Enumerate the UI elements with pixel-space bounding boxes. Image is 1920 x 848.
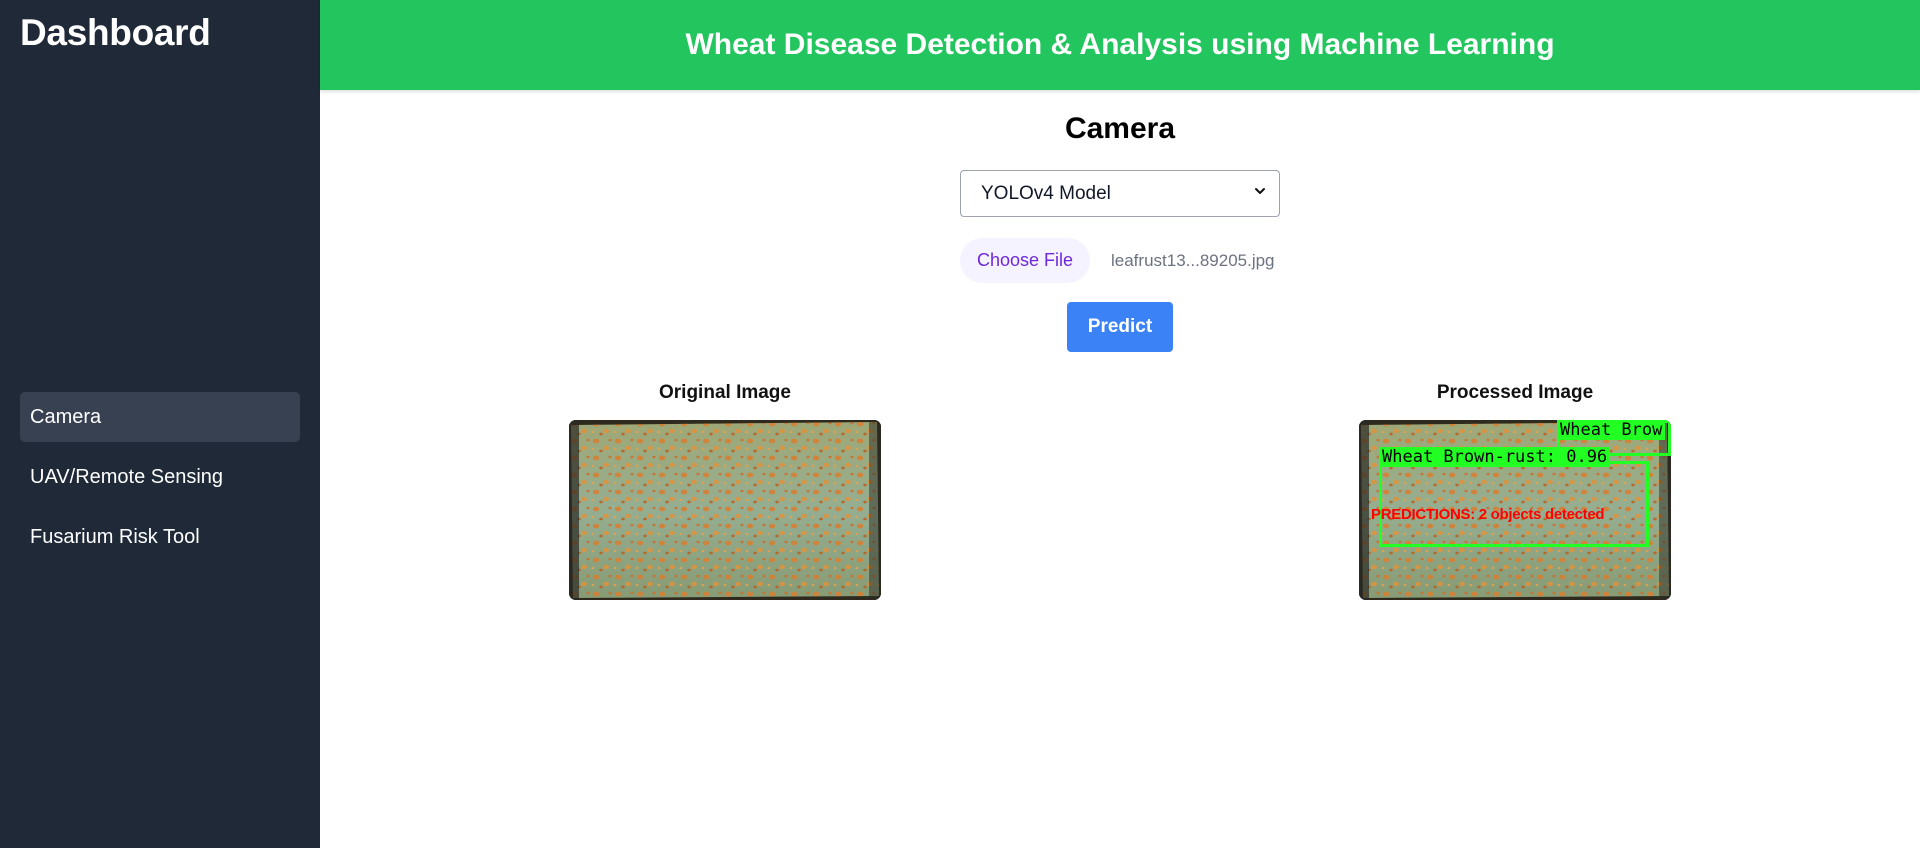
choose-file-button[interactable]: Choose File: [960, 238, 1090, 283]
sidebar-nav: Camera UAV/Remote Sensing Fusarium Risk …: [20, 392, 300, 572]
page-title: Camera: [1064, 112, 1176, 145]
processed-image: Wheat Brow Wheat Brown-rust: 0.96 PREDIC…: [1359, 420, 1671, 600]
sidebar-item-uav-remote-sensing[interactable]: UAV/Remote Sensing: [20, 452, 300, 502]
original-image: [569, 420, 881, 600]
detection-label: Wheat Brown-rust: 0.96: [1379, 447, 1611, 467]
original-image-caption: Original Image: [659, 382, 791, 403]
model-select[interactable]: YOLOv4 Model: [960, 170, 1280, 217]
main-content: Camera YOLOv4 Model Choose File leafrust…: [320, 90, 1920, 848]
processed-image-caption: Processed Image: [1436, 382, 1594, 403]
predict-button[interactable]: Predict: [1067, 302, 1173, 352]
app-header: Wheat Disease Detection & Analysis using…: [320, 0, 1920, 90]
detection-label: Wheat Brow: [1557, 420, 1666, 440]
processed-image-card: Processed Image Wheat Brow Wheat Brown-r…: [1359, 382, 1671, 600]
sidebar: Dashboard Camera UAV/Remote Sensing Fusa…: [0, 0, 320, 848]
prediction-summary: PREDICTIONS: 2 objects detected: [1371, 506, 1605, 523]
sidebar-item-fusarium-risk-tool[interactable]: Fusarium Risk Tool: [20, 512, 300, 562]
sidebar-item-camera[interactable]: Camera: [20, 392, 300, 442]
chevron-down-icon: [1255, 188, 1265, 194]
detection-box: [1379, 461, 1649, 547]
app-title: Wheat Disease Detection & Analysis using…: [685, 28, 1555, 61]
original-image-card: Original Image: [569, 382, 881, 600]
file-input: Choose File leafrust13...89205.jpg: [960, 238, 1275, 283]
model-select-value: YOLOv4 Model: [981, 182, 1111, 204]
dashboard-brand: Dashboard: [20, 12, 211, 53]
selected-file-name: leafrust13...89205.jpg: [1111, 250, 1275, 270]
